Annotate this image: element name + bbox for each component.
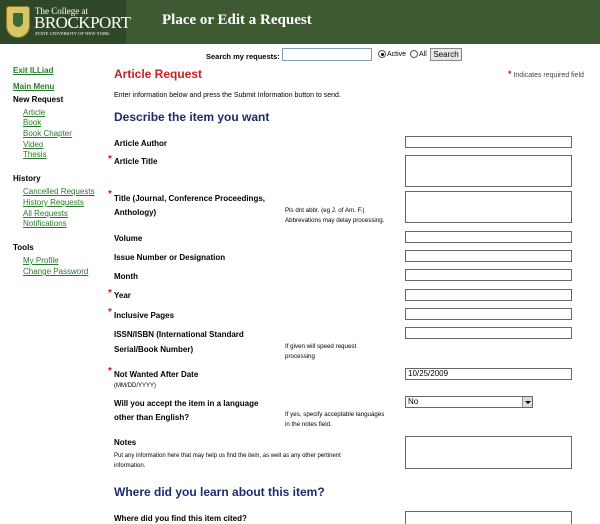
issn-hint-line1: If given will speed request [285, 343, 357, 350]
required-marker: * [108, 307, 112, 318]
required-field-note: * Indicates required field [508, 69, 584, 79]
radio-all[interactable] [410, 50, 418, 58]
language-hint-line1: If yes, specify acceptable languages [285, 411, 385, 418]
history-heading: History [13, 174, 41, 183]
sidebar-item-thesis[interactable]: Thesis [23, 150, 47, 159]
date-format-hint: (MM/DD/YYYY) [114, 383, 156, 389]
article-author-label: Article Author [114, 139, 168, 148]
volume-label: Volume [114, 234, 143, 243]
issue-label: Issue Number or Designation [114, 253, 226, 262]
language-select[interactable]: No [405, 396, 533, 408]
required-note-text: Indicates required field [513, 72, 584, 79]
cited-label: Where did you find this item cited? [114, 514, 247, 523]
page-title: Place or Edit a Request [162, 12, 312, 28]
sidebar-item-change-password[interactable]: Change Password [23, 267, 88, 276]
not-wanted-after-label: Not Wanted After Date [114, 370, 199, 379]
main-menu-link[interactable]: Main Menu [13, 82, 54, 91]
notes-hint-line2: information. [114, 463, 146, 469]
search-button[interactable]: Search [430, 48, 462, 61]
notes-input[interactable] [405, 436, 572, 469]
journal-title-input[interactable] [405, 191, 572, 223]
required-marker: * [108, 366, 112, 377]
year-label: Year [114, 291, 131, 300]
header-banner: The College at BROCKPORT STATE UNIVERSIT… [0, 0, 600, 44]
journal-title-hint-line1: Pls dnt abbr. (eg J. of Am. F.) [285, 207, 365, 214]
sidebar-item-history-requests[interactable]: History Requests [23, 198, 84, 207]
sidebar-item-my-profile[interactable]: My Profile [23, 256, 59, 265]
sidebar-item-video[interactable]: Video [23, 140, 43, 149]
required-marker: * [108, 189, 112, 200]
section-where-learned: Where did you learn about this item? [114, 485, 325, 499]
form-instructions: Enter information below and press the Su… [114, 92, 341, 99]
article-title-label: Article Title [114, 157, 158, 166]
journal-title-hint-line2: Abbrevations may delay processing. [285, 217, 385, 224]
not-wanted-after-input[interactable]: 10/25/2009 [405, 368, 572, 380]
radio-active-label: Active [387, 51, 407, 58]
logo-text-suny: STATE UNIVERSITY OF NEW YORK [35, 31, 110, 36]
issn-hint-line2: processing [285, 353, 315, 360]
sidebar-item-book[interactable]: Book [23, 118, 41, 127]
issn-label-line2: Serial/Book Number) [114, 345, 194, 354]
search-label: Search my requests: [206, 52, 280, 61]
month-input[interactable] [405, 269, 572, 281]
inclusive-pages-input[interactable] [405, 308, 572, 320]
month-label: Month [114, 272, 138, 281]
section-describe-item: Describe the item you want [114, 110, 270, 124]
notes-label: Notes [114, 438, 137, 447]
issn-input[interactable] [405, 327, 572, 339]
shield-icon [6, 6, 30, 38]
notes-hint-line1: Put any information here that may help u… [114, 453, 341, 459]
inclusive-pages-label: Inclusive Pages [114, 311, 175, 320]
required-marker: * [108, 288, 112, 299]
article-title-input[interactable] [405, 155, 572, 187]
radio-active[interactable] [378, 50, 386, 58]
language-hint-line2: in the notes field. [285, 421, 332, 428]
required-marker: * [508, 69, 512, 79]
volume-input[interactable] [405, 231, 572, 243]
year-input[interactable] [405, 289, 572, 301]
sidebar-item-article[interactable]: Article [23, 108, 45, 117]
journal-title-label-line1: Title (Journal, Conference Proceedings, [114, 194, 265, 203]
journal-title-label-line2: Anthology) [114, 208, 157, 217]
college-logo[interactable]: The College at BROCKPORT STATE UNIVERSIT… [0, 0, 131, 44]
tools-heading: Tools [13, 243, 34, 252]
sidebar-item-all-requests[interactable]: All Requests [23, 209, 68, 218]
sidebar-item-book-chapter[interactable]: Book Chapter [23, 129, 72, 138]
form-title: Article Request [114, 67, 203, 81]
language-label-line1: Will you accept the item in a language [114, 399, 259, 408]
issn-label-line1: ISSN/ISBN (International Standard [114, 330, 244, 339]
logo-text-brockport: BROCKPORT [34, 13, 131, 32]
issue-input[interactable] [405, 250, 572, 262]
sidebar-item-notifications[interactable]: Notifications [23, 219, 67, 228]
radio-all-label: All [419, 51, 427, 58]
article-author-input[interactable] [405, 136, 572, 148]
sidebar-item-cancelled-requests[interactable]: Cancelled Requests [23, 187, 95, 196]
chevron-down-icon[interactable] [522, 397, 532, 407]
cited-input[interactable] [405, 511, 572, 524]
exit-illiad-link[interactable]: Exit ILLiad [13, 66, 53, 75]
required-marker: * [108, 154, 112, 165]
language-label-line2: other than English? [114, 413, 190, 422]
search-input[interactable] [282, 48, 372, 61]
new-request-heading: New Request [13, 95, 64, 104]
